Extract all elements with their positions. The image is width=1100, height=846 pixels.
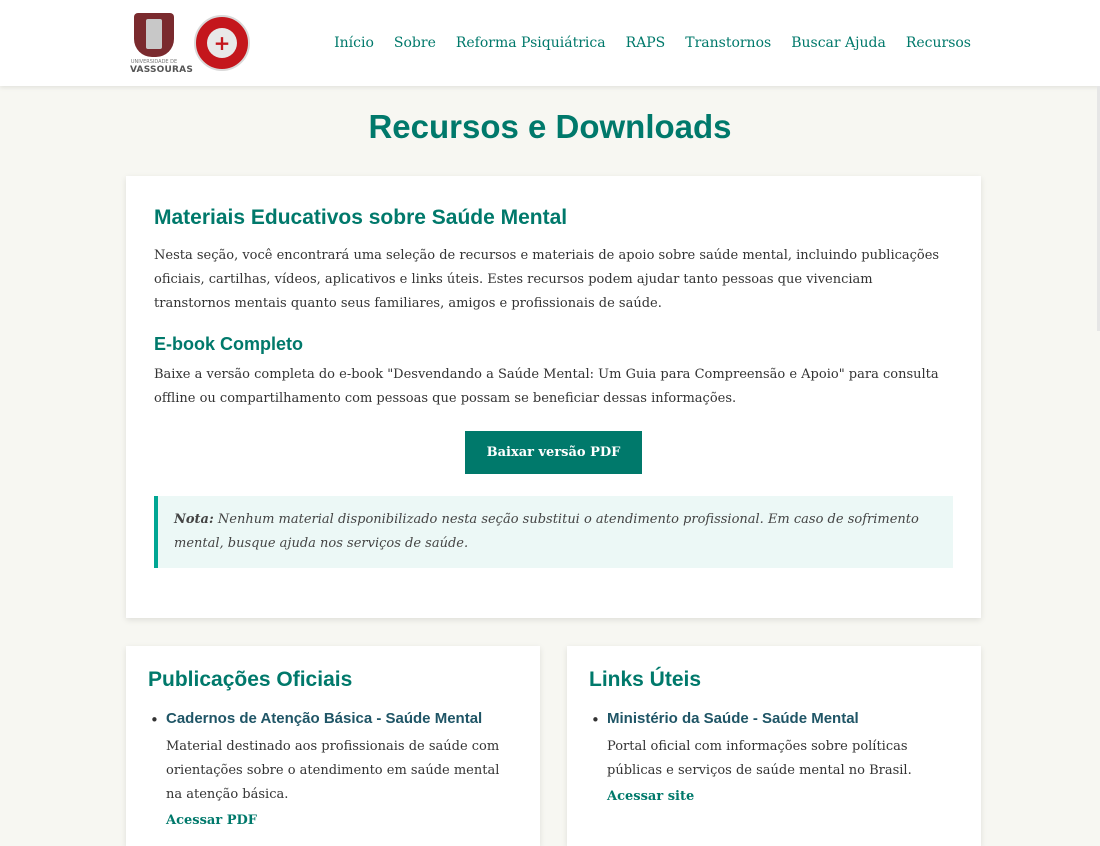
access-site-link[interactable]: Acessar site	[607, 789, 694, 804]
bullet-icon: •	[591, 711, 600, 729]
list-item: • Cadernos de Atenção Básica - Saúde Men…	[148, 710, 518, 828]
download-pdf-button[interactable]: Baixar versão PDF	[464, 431, 643, 474]
nav-reforma-psiquiatrica[interactable]: Reforma Psiquiátrica	[456, 35, 606, 51]
useful-links-card: Links Úteis • Ministério da Saúde - Saúd…	[567, 646, 981, 846]
link-description: Portal oficial com informações sobre pol…	[607, 739, 912, 778]
publication-title: Cadernos de Atenção Básica - Saúde Menta…	[166, 710, 483, 727]
nav-sobre[interactable]: Sobre	[394, 35, 436, 51]
university-crest-icon	[134, 13, 174, 57]
logo-title: VASSOURAS	[130, 65, 194, 75]
disclaimer-note: Nota: Nenhum material disponibilizado ne…	[154, 496, 953, 568]
nav-recursos[interactable]: Recursos	[906, 35, 971, 51]
site-header: UNIVERSIDADE DE VASSOURAS + Início Sobre…	[0, 0, 1100, 86]
vassouras-logo[interactable]: UNIVERSIDADE DE VASSOURAS	[130, 13, 194, 75]
bullet-icon: •	[150, 711, 159, 729]
list-item: • Ministério da Saúde - Saúde Mental Por…	[589, 710, 959, 804]
page-title: Recursos e Downloads	[368, 108, 732, 145]
red-seal-logo[interactable]: +	[194, 15, 250, 71]
official-publications-card: Publicações Oficiais • Cadernos de Atenç…	[126, 646, 540, 846]
note-text: Nenhum material disponibilizado nesta se…	[174, 512, 919, 551]
cross-icon: +	[207, 28, 237, 58]
section-intro: Nesta seção, você encontrará uma seleção…	[154, 248, 940, 311]
publication-description: Material destinado aos profissionais de …	[166, 739, 500, 802]
ebook-description: Baixe a versão completa do e-book "Desve…	[154, 367, 939, 406]
ebook-heading: E-book Completo	[154, 334, 303, 354]
links-heading: Links Úteis	[589, 668, 702, 691]
main-nav: Início Sobre Reforma Psiquiátrica RAPS T…	[334, 35, 971, 51]
section-heading: Materiais Educativos sobre Saúde Mental	[154, 206, 568, 229]
publications-heading: Publicações Oficiais	[148, 668, 353, 691]
educational-materials-card: Materiais Educativos sobre Saúde Mental …	[126, 176, 981, 618]
download-button-wrap: Baixar versão PDF	[154, 431, 953, 474]
link-title: Ministério da Saúde - Saúde Mental	[607, 710, 859, 727]
nav-buscar-ajuda[interactable]: Buscar Ajuda	[791, 35, 886, 51]
nav-raps[interactable]: RAPS	[626, 35, 666, 51]
note-label: Nota:	[174, 512, 214, 527]
nav-transtornos[interactable]: Transtornos	[685, 35, 771, 51]
nav-inicio[interactable]: Início	[334, 35, 374, 51]
